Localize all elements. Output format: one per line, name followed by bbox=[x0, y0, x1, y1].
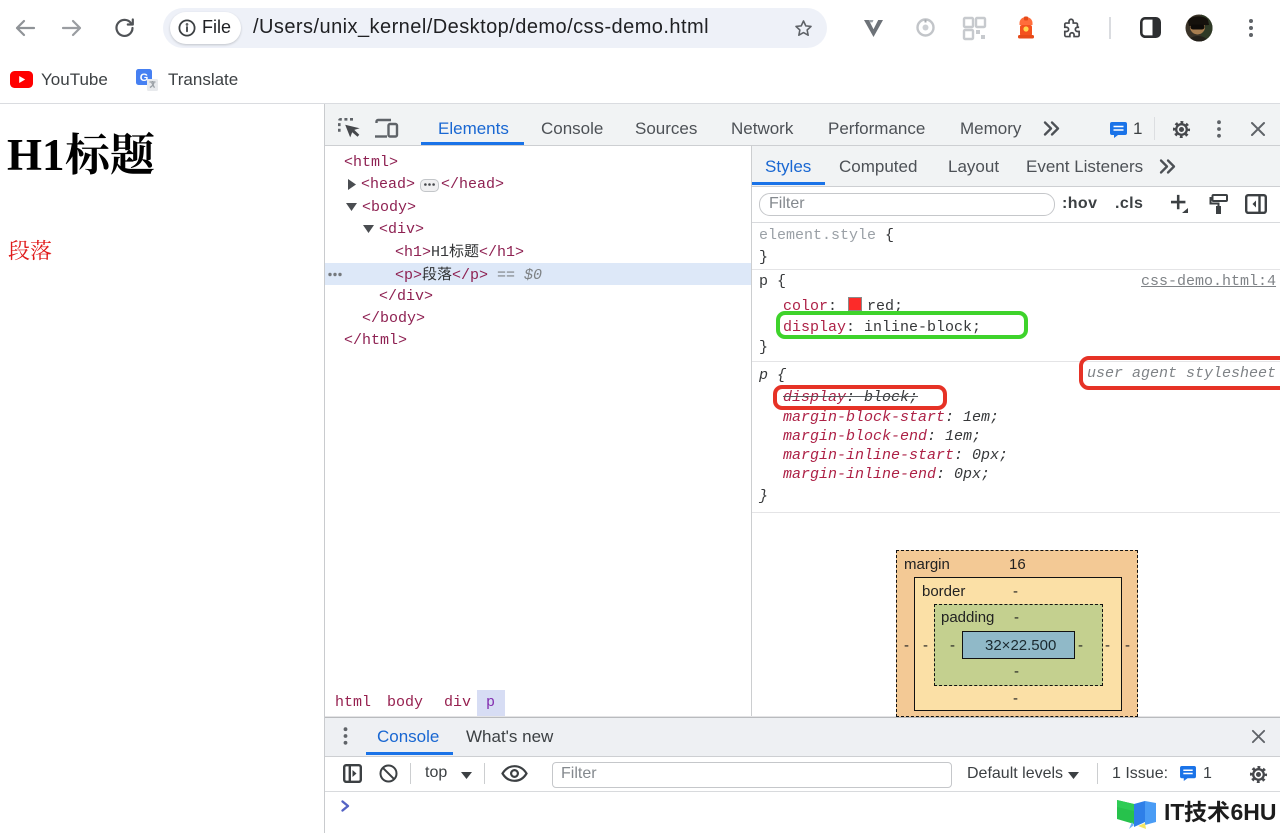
svg-text:G: G bbox=[140, 72, 149, 84]
